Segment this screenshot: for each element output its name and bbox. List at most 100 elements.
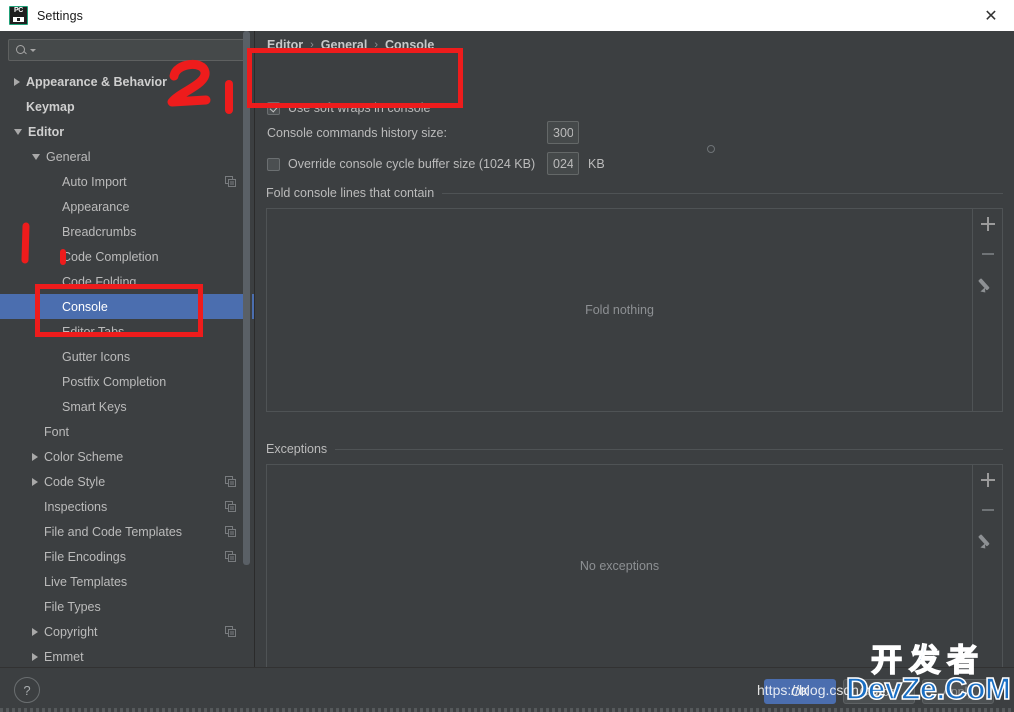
dialog-footer: ? OK Cancel Apply [0, 667, 1014, 712]
sidebar-item-breadcrumbs[interactable]: Breadcrumbs [0, 219, 254, 244]
breadcrumb-separator-icon: › [310, 39, 314, 51]
apply-button[interactable]: Apply [922, 679, 994, 704]
ok-button[interactable]: OK [764, 679, 836, 704]
sidebar-scrollbar-track[interactable] [243, 31, 252, 667]
sidebar-item-postfix-completion[interactable]: Postfix Completion [0, 369, 254, 394]
sidebar-item-font[interactable]: Font [0, 419, 254, 444]
breadcrumb-separator-icon: › [374, 39, 379, 51]
search-input[interactable] [36, 43, 245, 57]
sidebar-item-label: General [46, 149, 91, 164]
close-icon[interactable]: ✕ [968, 0, 1014, 31]
edit-icon[interactable] [980, 532, 996, 548]
exceptions-listbox[interactable]: No exceptions [266, 464, 1003, 667]
divider [442, 192, 1003, 194]
chevron-right-icon[interactable] [32, 477, 38, 486]
edit-icon[interactable] [980, 276, 996, 292]
history-size-label-row: Console commands history size: [267, 126, 447, 140]
sidebar-item-label: Editor [28, 124, 65, 139]
sidebar-item-color-scheme[interactable]: Color Scheme [0, 444, 254, 469]
copy-settings-icon[interactable] [225, 176, 236, 187]
sidebar-item-label: Copyright [44, 624, 98, 639]
sidebar-item-label: Console [62, 299, 108, 314]
remove-icon[interactable] [980, 246, 996, 262]
soft-wraps-checkbox[interactable] [267, 101, 280, 115]
sidebar-item-label: Color Scheme [44, 449, 124, 464]
history-size-label: Console commands history size: [267, 126, 447, 140]
cursor-indicator [707, 145, 715, 153]
exceptions-empty-text: No exceptions [579, 559, 660, 573]
copy-settings-icon[interactable] [225, 626, 236, 637]
add-icon[interactable] [980, 472, 996, 488]
sidebar-item-file-encodings[interactable]: File Encodings [0, 544, 254, 569]
sidebar-item-keymap[interactable]: Keymap [0, 94, 254, 119]
copy-settings-icon[interactable] [225, 476, 236, 487]
sidebar-item-gutter-icons[interactable]: Gutter Icons [0, 344, 254, 369]
copy-settings-icon[interactable] [225, 551, 236, 562]
sidebar-item-editor-tabs[interactable]: Editor Tabs [0, 319, 254, 344]
search-icon [15, 43, 29, 57]
soft-wraps-row[interactable]: Use soft wraps in console [267, 101, 430, 115]
chevron-right-icon[interactable] [14, 77, 20, 86]
sidebar-item-label: File Types [44, 599, 101, 614]
breadcrumb: Editor › General › Console [267, 38, 434, 52]
sidebar-item-file-types[interactable]: File Types [0, 594, 254, 619]
chevron-right-icon[interactable] [32, 627, 38, 636]
sidebar-scrollbar-thumb[interactable] [243, 31, 250, 565]
sidebar-item-emmet[interactable]: Emmet [0, 644, 254, 667]
exceptions-actions [972, 465, 1002, 667]
sidebar-item-smart-keys[interactable]: Smart Keys [0, 394, 254, 419]
console-settings-panel: Editor › General › Console Use soft wrap… [255, 31, 1014, 667]
sidebar-item-label: Code Style [44, 474, 106, 489]
remove-icon[interactable] [980, 502, 996, 518]
cancel-button[interactable]: Cancel [843, 679, 915, 704]
sidebar-item-appearance[interactable]: Appearance [0, 194, 254, 219]
search-box[interactable] [8, 39, 246, 61]
history-size-input[interactable] [547, 121, 579, 144]
sidebar-item-code-style[interactable]: Code Style [0, 469, 254, 494]
chevron-down-icon[interactable] [14, 128, 22, 135]
sidebar-item-console[interactable]: Console [0, 294, 254, 319]
chevron-right-icon[interactable] [32, 652, 38, 661]
sidebar-item-copyright[interactable]: Copyright [0, 619, 254, 644]
sidebar-item-file-and-code-templates[interactable]: File and Code Templates [0, 519, 254, 544]
breadcrumb-part-general[interactable]: General [321, 38, 368, 52]
cycle-buffer-input[interactable] [547, 152, 579, 175]
exceptions-group-title-row: Exceptions [266, 442, 1003, 456]
sidebar-item-editor[interactable]: Editor [0, 119, 254, 144]
cycle-buffer-checkbox[interactable] [267, 157, 280, 171]
window-title: Settings [37, 8, 83, 23]
copy-settings-icon[interactable] [225, 526, 236, 537]
sidebar-item-code-folding[interactable]: Code Folding [0, 269, 254, 294]
fold-console-listbox[interactable]: Fold nothing [266, 208, 1003, 412]
help-button[interactable]: ? [14, 677, 40, 703]
sidebar-item-general[interactable]: General [0, 144, 254, 169]
sidebar-item-code-completion[interactable]: Code Completion [0, 244, 254, 269]
sidebar-item-label: Auto Import [62, 174, 127, 189]
exceptions-group: Exceptions No exceptions [266, 442, 1003, 667]
add-icon[interactable] [980, 216, 996, 232]
breadcrumb-part-editor[interactable]: Editor [267, 38, 303, 52]
sidebar-item-inspections[interactable]: Inspections [0, 494, 254, 519]
sidebar-item-auto-import[interactable]: Auto Import [0, 169, 254, 194]
sidebar-item-appearance-behavior[interactable]: Appearance & Behavior [0, 69, 254, 94]
cycle-buffer-label: Override console cycle buffer size (1024… [288, 157, 536, 171]
fold-console-group-title-row: Fold console lines that contain [266, 186, 1003, 200]
sidebar-item-live-templates[interactable]: Live Templates [0, 569, 254, 594]
copy-settings-icon[interactable] [225, 501, 236, 512]
sidebar-item-label: Emmet [44, 649, 84, 664]
chevron-right-icon[interactable] [32, 452, 38, 461]
cycle-buffer-row[interactable]: Override console cycle buffer size (1024… [267, 157, 535, 171]
chevron-down-icon[interactable] [32, 153, 40, 160]
sidebar-item-label: Appearance [62, 199, 130, 214]
